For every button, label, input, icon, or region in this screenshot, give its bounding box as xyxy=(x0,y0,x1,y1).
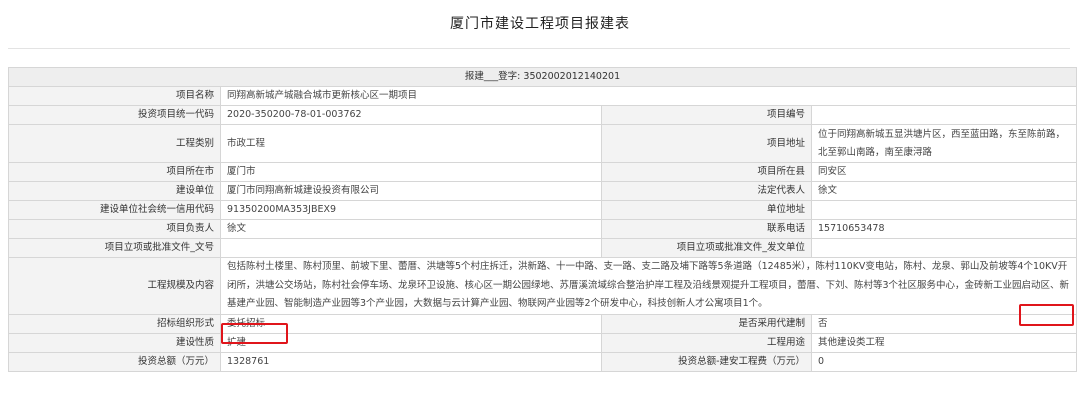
phone-value: 15710653478 xyxy=(810,219,1078,239)
table-row: 建设性质 扩建 工程用途 其他建设类工程 xyxy=(8,333,1078,353)
project-name-label: 项目名称 xyxy=(8,86,221,106)
city-label: 项目所在市 xyxy=(8,162,221,182)
report-page: 厦门市建设工程项目报建表 报建___登字: 3502002012140201 项… xyxy=(0,0,1080,411)
approval-doc-value xyxy=(220,238,602,258)
approval-unit-value xyxy=(810,238,1078,258)
usage-value: 其他建设类工程 xyxy=(810,333,1078,353)
registration-gap: ___ xyxy=(483,71,499,82)
legal-rep-label: 法定代表人 xyxy=(601,181,812,201)
address-label: 项目地址 xyxy=(601,124,812,163)
page-title: 厦门市建设工程项目报建表 xyxy=(450,16,630,32)
table-row: 项目所在市 厦门市 项目所在县 同安区 xyxy=(8,162,1078,182)
project-no-value xyxy=(810,105,1078,125)
project-report-table: 报建___登字: 3502002012140201 项目名称 同翔高新城产城融合… xyxy=(7,67,1078,372)
bidding-label: 招标组织形式 xyxy=(8,314,221,334)
registration-label: 报建 xyxy=(464,71,484,82)
table-row: 项目名称 同翔高新城产城融合城市更新核心区一期项目 xyxy=(8,86,1078,106)
total-invest-label: 投资总额（万元） xyxy=(8,352,221,372)
scale-value: 包括陈村土楼里、陈村顶里、前坡下里、蕾厝、洪塘等5个村庄拆迁，洪新路、十一中路、… xyxy=(219,257,1078,315)
builder-label: 建设单位 xyxy=(8,181,221,201)
agent-build-label: 是否采用代建制 xyxy=(601,314,812,334)
table-row: 建设单位社会统一信用代码 91350200MA353JBEX9 单位地址 xyxy=(8,200,1078,220)
nature-label: 建设性质 xyxy=(8,333,221,353)
project-no-label: 项目编号 xyxy=(601,105,812,125)
city-value: 厦门市 xyxy=(220,162,602,182)
table-row: 建设单位 厦门市同翔高新城建设投资有限公司 法定代表人 徐文 xyxy=(8,181,1078,201)
agent-build-value: 否 xyxy=(810,314,1078,334)
unit-address-label: 单位地址 xyxy=(601,200,812,220)
table-row: 项目立项或批准文件_文号 项目立项或批准文件_发文单位 xyxy=(8,238,1078,258)
table-row: 工程规模及内容 包括陈村土楼里、陈村顶里、前坡下里、蕾厝、洪塘等5个村庄拆迁，洪… xyxy=(8,257,1078,315)
approval-unit-label: 项目立项或批准文件_发文单位 xyxy=(601,238,812,258)
build-invest-value: 0 xyxy=(810,352,1078,372)
county-value: 同安区 xyxy=(810,162,1078,182)
table-row: 项目负责人 徐文 联系电话 15710653478 xyxy=(8,219,1078,239)
scale-text: 包括陈村土楼里、陈村顶里、前坡下里、蕾厝、洪塘等5个村庄拆迁，洪新路、十一中路、… xyxy=(227,261,1070,310)
registration-no-label: 登字: xyxy=(498,71,521,82)
manager-label: 项目负责人 xyxy=(8,219,221,239)
total-invest-value: 1328761 xyxy=(220,352,602,372)
registration-header: 报建___登字: 3502002012140201 xyxy=(7,67,1078,87)
credit-code-label: 建设单位社会统一信用代码 xyxy=(8,200,221,220)
category-value: 市政工程 xyxy=(220,124,602,163)
table-row: 工程类别 市政工程 项目地址 位于同翔高新城五显洪塘片区，西至蓝田路，东至陈前路… xyxy=(8,124,1078,163)
title-divider xyxy=(8,48,1070,49)
invest-code-value: 2020-350200-78-01-003762 xyxy=(220,105,602,125)
legal-rep-value: 徐文 xyxy=(810,181,1078,201)
builder-value: 厦门市同翔高新城建设投资有限公司 xyxy=(220,181,602,201)
phone-label: 联系电话 xyxy=(601,219,812,239)
scale-label: 工程规模及内容 xyxy=(8,257,221,315)
table-row: 招标组织形式 委托招标 是否采用代建制 否 xyxy=(8,314,1078,334)
invest-code-label: 投资项目统一代码 xyxy=(8,105,221,125)
category-label: 工程类别 xyxy=(8,124,221,163)
registration-number: 3502002012140201 xyxy=(523,71,621,82)
bidding-value: 委托招标 xyxy=(220,314,602,334)
credit-code-value: 91350200MA353JBEX9 xyxy=(220,200,602,220)
approval-doc-label: 项目立项或批准文件_文号 xyxy=(8,238,221,258)
table-row: 投资项目统一代码 2020-350200-78-01-003762 项目编号 xyxy=(8,105,1078,125)
project-name-value: 同翔高新城产城融合城市更新核心区一期项目 xyxy=(219,86,1078,106)
county-label: 项目所在县 xyxy=(601,162,812,182)
build-invest-label: 投资总额-建安工程费（万元） xyxy=(601,352,812,372)
address-value: 位于同翔高新城五显洪塘片区，西至蓝田路，东至陈前路，北至郭山南路，南至康浔路 xyxy=(810,124,1078,163)
registration-header-row: 报建___登字: 3502002012140201 xyxy=(7,67,1078,87)
table-row: 投资总额（万元） 1328761 投资总额-建安工程费（万元） 0 xyxy=(8,352,1078,372)
nature-value: 扩建 xyxy=(220,333,602,353)
usage-label: 工程用途 xyxy=(601,333,812,353)
manager-value: 徐文 xyxy=(220,219,602,239)
unit-address-value xyxy=(810,200,1078,220)
